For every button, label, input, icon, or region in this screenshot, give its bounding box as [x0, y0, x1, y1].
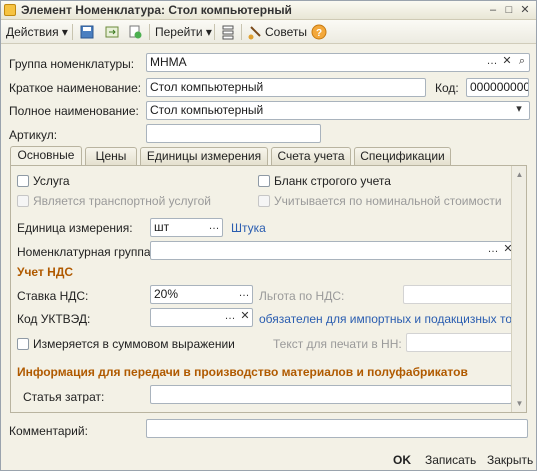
close-button[interactable]: Закрыть [487, 452, 533, 469]
print-text-label: Текст для печати в НН: [273, 337, 402, 351]
comment-input[interactable] [146, 419, 528, 438]
transport-label: Является транспортной услугой [33, 194, 211, 208]
tab-prices[interactable]: Цены [85, 147, 137, 166]
full-name-dropdown-icon[interactable]: ▾ [512, 102, 526, 119]
nominal-label: Учитывается по номинальной стоимости [274, 194, 502, 208]
code-input[interactable]: 0000000002 [466, 78, 529, 97]
panel-scrollbar[interactable]: ▲ ▼ [511, 166, 526, 412]
save-close-icon[interactable] [79, 24, 95, 40]
toolbar-separator [214, 24, 215, 40]
article-label: Артикул: [9, 128, 58, 142]
uktved-note: обязателен для импортных и подакцизных т… [259, 312, 527, 326]
sum-expr-label: Измеряется в суммовом выражении [33, 337, 235, 351]
tips-icon[interactable] [247, 24, 263, 40]
main-tab-panel: Услуга Является транспортной услугой Бла… [10, 165, 527, 413]
print-text-input[interactable] [406, 333, 513, 352]
svg-text:?: ? [316, 28, 322, 39]
copy-document-icon[interactable] [127, 24, 143, 40]
tab-accounts[interactable]: Счета учета [271, 147, 351, 166]
toolbar-separator [149, 24, 150, 40]
uktved-clear-icon[interactable]: ✕ [238, 309, 252, 326]
group-clear-icon[interactable]: ✕ [500, 54, 514, 71]
full-name-label: Полное наименование: [9, 104, 139, 118]
tab-specifications[interactable]: Спецификации [354, 147, 451, 166]
strict-form-label: Бланк строгого учета [274, 174, 391, 188]
window: Элемент Номенклатура: Стол компьютерный … [0, 0, 537, 471]
unit-select-button[interactable]: … [207, 219, 221, 236]
scroll-down-icon[interactable]: ▼ [514, 398, 525, 409]
short-name-label: Краткое наименование: [9, 81, 142, 95]
actions-menu[interactable]: Действия ▾ [6, 23, 68, 41]
minimize-button[interactable]: – [485, 3, 501, 18]
vat-rate-label: Ставка НДС: [17, 289, 89, 303]
vat-header: Учет НДС [17, 265, 74, 279]
vat-rate-select-button[interactable]: … [237, 286, 251, 303]
sum-expr-checkbox[interactable] [17, 338, 29, 350]
vat-benefit-label: Льгота по НДС: [259, 289, 345, 303]
service-label: Услуга [33, 174, 70, 188]
uktved-label: Код УКТВЭД: [17, 312, 91, 326]
navigate-icon[interactable] [104, 24, 120, 40]
maximize-button[interactable]: □ [501, 3, 517, 18]
close-window-button[interactable]: ✕ [517, 3, 533, 18]
full-name-input[interactable]: Стол компьютерный [146, 101, 530, 120]
nominal-checkbox[interactable] [258, 195, 270, 207]
uktved-select-button[interactable]: … [223, 309, 237, 326]
nomgroup-label: Номенклатурная группа: [17, 245, 154, 259]
group-value: МНМА [150, 55, 187, 69]
cost-item-label: Статья затрат: [23, 390, 105, 404]
toolbar: Действия ▾ Перейти ▾ Советы ? [1, 20, 536, 44]
group-label: Группа номенклатуры: [9, 57, 135, 71]
app-icon [4, 4, 16, 16]
unit-link[interactable]: Штука [231, 221, 266, 235]
strict-form-checkbox[interactable] [258, 175, 270, 187]
scroll-up-icon[interactable]: ▲ [514, 169, 525, 180]
unit-label: Единица измерения: [17, 221, 133, 235]
toolbar-separator [72, 24, 73, 40]
toolbar-separator [241, 24, 242, 40]
ok-button[interactable]: OK [393, 452, 411, 469]
tab-main[interactable]: Основные [10, 146, 82, 167]
cost-item-input[interactable] [150, 385, 512, 404]
group-search-icon[interactable]: ⌕ [515, 54, 529, 71]
service-checkbox[interactable] [17, 175, 29, 187]
group-field[interactable]: МНМА [146, 53, 530, 72]
tips-button[interactable]: Советы [265, 23, 307, 41]
nomgroup-select-button[interactable]: … [486, 242, 500, 259]
comment-label: Комментарий: [9, 424, 88, 438]
vat-benefit-input[interactable] [403, 285, 513, 304]
tab-units[interactable]: Единицы измерения [140, 147, 268, 166]
short-name-input[interactable]: Стол компьютерный [146, 78, 426, 97]
transport-checkbox[interactable] [17, 195, 29, 207]
group-select-button[interactable]: … [485, 54, 499, 71]
save-button[interactable]: Записать [425, 452, 476, 469]
window-title: Элемент Номенклатура: Стол компьютерный [21, 3, 292, 17]
goto-menu[interactable]: Перейти ▾ [155, 23, 212, 41]
production-header: Информация для передачи в производство м… [17, 365, 468, 379]
title-bar: Элемент Номенклатура: Стол компьютерный … [1, 1, 536, 20]
code-label: Код: [435, 81, 459, 95]
structure-icon[interactable] [220, 24, 236, 40]
article-input[interactable] [146, 124, 321, 143]
nomgroup-input[interactable] [150, 241, 512, 260]
help-icon[interactable]: ? [311, 24, 327, 40]
